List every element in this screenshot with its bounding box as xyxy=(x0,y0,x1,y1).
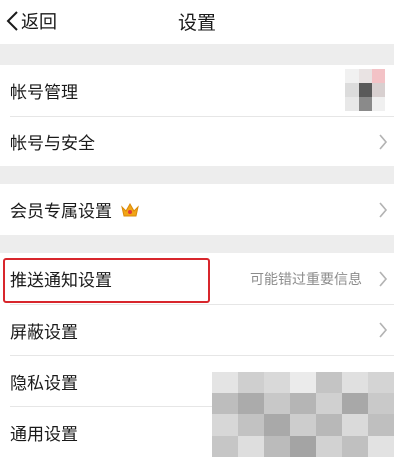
account-management-label: 帐号管理 xyxy=(10,83,78,103)
chevron-right-icon xyxy=(379,322,388,338)
blurred-overlay xyxy=(212,372,394,457)
chevron-right-icon xyxy=(379,133,388,150)
account-management-item[interactable]: 帐号管理 xyxy=(0,65,394,116)
chevron-right-icon xyxy=(379,270,388,287)
privacy-settings-label: 隐私设置 xyxy=(10,373,78,394)
top-nav-bar: 返回 设置 xyxy=(0,0,394,44)
vip-settings-label: 会员专属设置 xyxy=(10,202,112,222)
section-separator xyxy=(0,235,394,253)
section-separator xyxy=(0,44,394,65)
section-separator xyxy=(0,166,394,184)
general-settings-label: 通用设置 xyxy=(10,424,78,445)
avatar[interactable] xyxy=(345,69,385,111)
push-notification-hint: 可能错过重要信息 xyxy=(250,271,362,288)
account-security-label: 帐号与安全 xyxy=(10,134,95,154)
block-settings-item[interactable]: 屏蔽设置 xyxy=(0,305,394,355)
chevron-right-icon xyxy=(379,201,388,218)
account-security-item[interactable]: 帐号与安全 xyxy=(0,117,394,166)
crown-icon xyxy=(121,202,139,216)
page-title: 设置 xyxy=(177,12,216,34)
block-settings-label: 屏蔽设置 xyxy=(10,322,78,343)
vip-settings-item[interactable]: 会员专属设置 xyxy=(0,184,394,235)
highlight-box xyxy=(3,258,210,303)
